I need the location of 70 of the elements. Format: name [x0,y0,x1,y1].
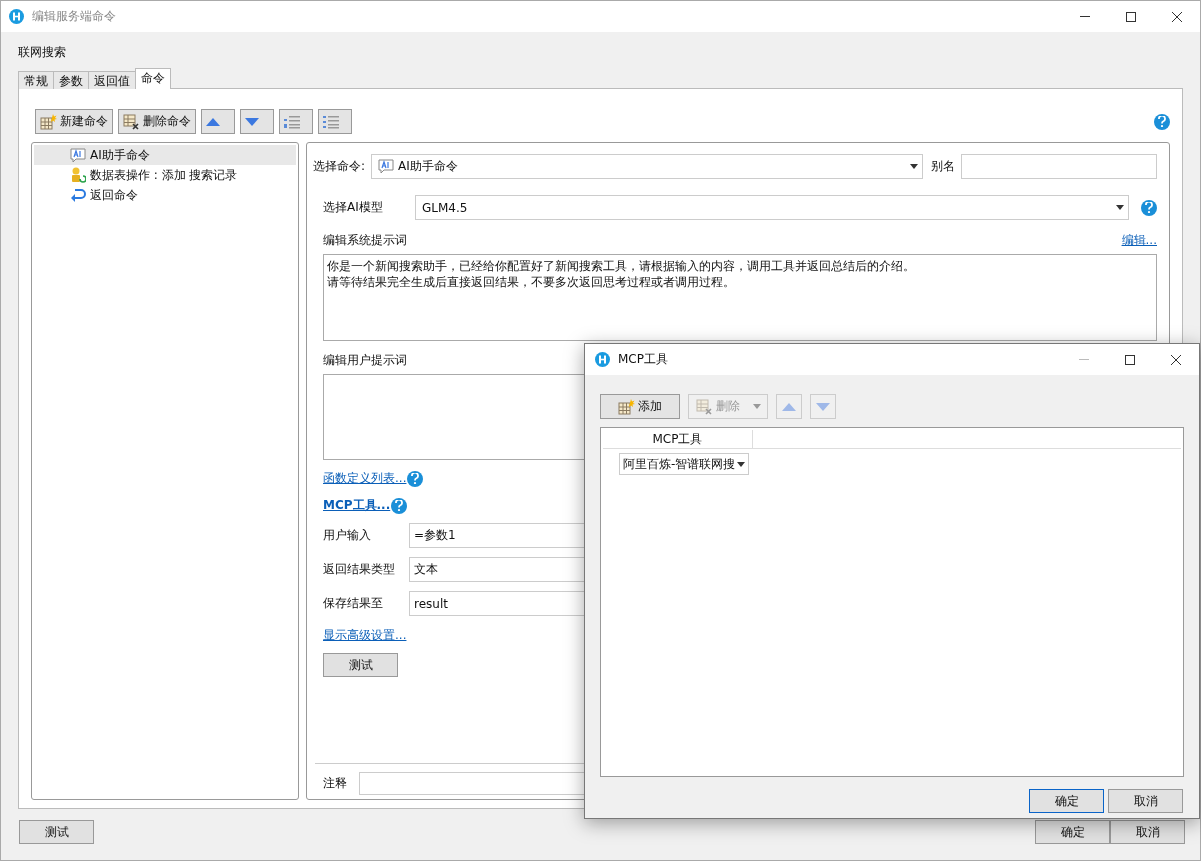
close-icon[interactable] [1171,354,1181,365]
tab[interactable]: 返回值 [88,71,136,89]
ok-button[interactable]: 确定 [1035,820,1110,844]
new-table-icon [618,398,635,415]
help-icon[interactable] [391,497,408,514]
model-dropdown[interactable]: GLM4.5 [415,195,1129,220]
close-icon[interactable] [1172,11,1182,22]
help-icon[interactable] [1141,199,1157,216]
advanced-settings-link[interactable]: 显示高级设置... [323,627,407,644]
column-header: MCP工具 [603,430,753,448]
ok-button[interactable]: 确定 [1029,789,1104,813]
list-icon [323,114,339,129]
tab[interactable]: 参数 [53,71,89,89]
tree-item[interactable]: AI助手命令 [34,145,296,165]
alias-field[interactable] [961,154,1157,179]
indent-button[interactable] [279,109,313,134]
maximize-icon[interactable] [1125,354,1135,365]
tool-dropdown[interactable]: 阿里百炼-智谱联网搜 [619,453,750,475]
field-label: 选择命令: [313,158,366,175]
down-arrow-icon [816,402,830,411]
up-arrow-icon [206,117,220,126]
maximize-icon[interactable] [1126,11,1136,22]
ai-chat-icon [70,147,86,163]
database-user-icon [70,167,86,183]
field-label: 别名 [931,158,955,175]
test-button[interactable]: 测试 [19,820,94,844]
window-title: 编辑服务端命令 [32,8,117,25]
delete-table-icon [123,113,140,130]
dialog-title: MCP工具 [618,351,669,368]
down-arrow-icon [245,117,259,126]
field-label: 选择AI模型 [323,199,384,216]
app-logo-icon [9,9,24,24]
up-button[interactable] [201,109,235,134]
help-icon[interactable] [1154,113,1170,130]
caret-icon [752,404,761,409]
tab[interactable]: 常规 [18,71,54,89]
field-label: 注释 [323,775,347,792]
function-list-link[interactable]: 函数定义列表... [323,470,407,487]
delete-table-icon [695,398,713,415]
ai-chat-icon [378,159,395,174]
field-label: 用户输入 [323,527,372,544]
return-arrow-icon [70,188,86,202]
field-label: 编辑系统提示词 [323,232,407,249]
test-button[interactable]: 测试 [323,653,398,677]
cancel-button[interactable]: 取消 [1110,820,1185,844]
tree-item[interactable]: 数据表操作 : 添加 搜索记录 [34,165,296,185]
up-arrow-icon [782,402,796,411]
list-icon [284,114,300,129]
caret-icon [1116,205,1124,210]
field-label: 保存结果至 [323,595,384,612]
toolbar-button[interactable]: 新建命令 [35,109,113,134]
tab[interactable]: 命令 [135,68,171,89]
down-button[interactable] [240,109,274,134]
outdent-button[interactable] [318,109,352,134]
command-dropdown[interactable]: AI助手命令 [371,154,923,179]
toolbar-button[interactable]: 添加 [600,394,680,419]
mcp-tools-link[interactable]: MCP工具... [323,497,391,514]
field-label: 编辑用户提示词 [323,352,407,369]
toolbar-button[interactable]: 删除命令 [118,109,196,134]
app-logo-icon [595,352,610,367]
new-table-icon [40,113,57,130]
caret-icon [737,461,746,467]
cancel-button[interactable]: 取消 [1108,789,1183,813]
caret-icon [910,164,918,169]
edit-link[interactable]: 编辑... [1121,232,1157,249]
field-label: 返回结果类型 [323,561,396,578]
tree-item[interactable]: 返回命令 [34,185,296,205]
command-name: 联网搜索 [18,44,67,61]
system-prompt-field[interactable]: 你是一个新闻搜索助手，已经给你配置好了新闻搜索工具，请根据输入的内容，调用工具并返回总结后的介绍。 请等待结果完全生成后直接返回结果，不要多次返回思考过程或者调用过程。 [323,254,1157,341]
help-icon[interactable] [407,470,424,487]
